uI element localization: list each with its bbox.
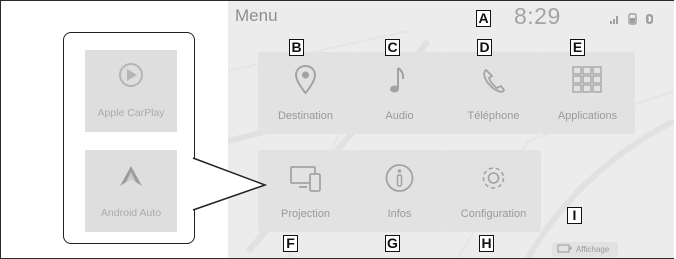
play-circle-icon [85,62,177,88]
clock: 8:29 [514,3,561,29]
infos-label: Infos [387,208,412,220]
status-bar [608,12,664,30]
applications-label: Applications [557,110,618,122]
affichage-label: Affichage [576,245,610,254]
audio-tile[interactable]: Audio [352,52,447,134]
android-auto-label: Android Auto [100,207,162,219]
telephone-label: Téléphone [467,110,520,122]
apple-carplay-tile[interactable]: Apple CarPlay [85,50,177,132]
telephone-tile[interactable]: Téléphone [446,52,541,134]
affichage-button[interactable]: Affichage [552,242,618,257]
phone-lock-icon [628,13,637,25]
projection-label: Projection [281,208,330,220]
signal-icon [610,16,618,24]
destination-tile[interactable]: Destination [258,52,353,134]
apple-carplay-label: Apple CarPlay [97,107,165,119]
display-icon [557,244,572,253]
map-pin-icon [258,64,353,98]
applications-tile[interactable]: Applications [540,52,635,134]
infos-tile[interactable]: Infos [352,150,447,232]
marker-g: G [385,235,400,252]
callout-panel: Apple CarPlay Android Auto [63,32,195,244]
marker-b: B [289,39,304,56]
gear-icon [446,162,541,196]
marker-a: A [476,10,491,27]
menu-title: Menu [235,6,278,25]
phone-icon [446,64,541,98]
marker-i: I [567,207,582,224]
configuration-label: Configuration [460,208,527,220]
android-auto-tile[interactable]: Android Auto [85,150,177,232]
info-icon [352,162,447,196]
music-note-icon [352,64,447,98]
marker-h: H [479,235,494,252]
devices-icon [258,162,353,196]
audio-label: Audio [385,110,414,122]
projection-tile[interactable]: Projection [258,150,353,232]
configuration-tile[interactable]: Configuration [446,150,541,232]
marker-d: D [477,39,492,56]
marker-c: C [385,39,400,56]
destination-label: Destination [277,110,334,122]
bluetooth-icon [646,14,653,24]
android-auto-icon [85,162,177,188]
grid-icon [540,64,635,98]
marker-e: E [570,39,585,56]
marker-f: F [283,235,298,252]
